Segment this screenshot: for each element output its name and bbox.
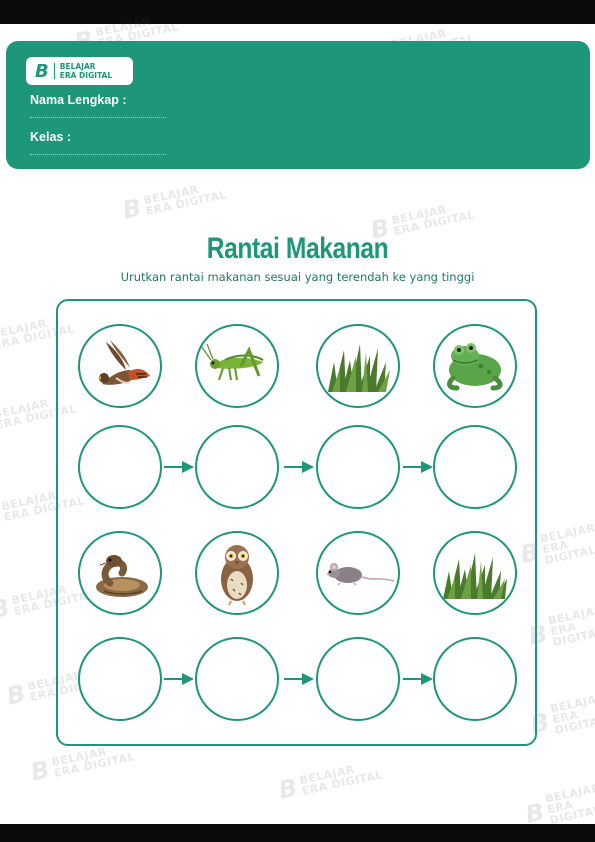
class-input-line[interactable] xyxy=(30,154,166,155)
snake-card[interactable] xyxy=(78,531,162,615)
watermark-logo: BBELAJARERA DIGITAL xyxy=(276,762,385,805)
answer-slot[interactable] xyxy=(316,637,400,721)
frog-card[interactable] xyxy=(433,324,517,408)
brand-logo: B BELAJAR ERA DIGITAL xyxy=(26,57,133,85)
name-field-label: Nama Lengkap : xyxy=(30,93,127,107)
arrow-right-icon xyxy=(284,673,314,685)
logo-text: BELAJAR ERA DIGITAL xyxy=(59,62,113,80)
logo-mark: B xyxy=(35,60,49,82)
grasshopper-icon xyxy=(200,343,264,381)
arrow-right-icon xyxy=(403,673,433,685)
grass-card[interactable] xyxy=(316,324,400,408)
answer-slot[interactable] xyxy=(316,425,400,509)
answer-slot[interactable] xyxy=(78,425,162,509)
mouse-card[interactable] xyxy=(316,531,400,615)
arrow-right-icon xyxy=(403,461,433,473)
grass-icon xyxy=(328,344,390,392)
owl-icon xyxy=(221,545,253,606)
answer-slot[interactable] xyxy=(195,425,279,509)
grasshopper-card[interactable] xyxy=(195,324,279,408)
grass-icon xyxy=(443,553,507,599)
mouse-icon xyxy=(327,563,395,586)
student-info-header: B BELAJAR ERA DIGITAL Nama Lengkap : Kela… xyxy=(6,41,590,169)
name-input-line[interactable] xyxy=(30,117,166,118)
watermark-logo: BBELAJARERA DIGITAL xyxy=(527,691,595,739)
arrow-right-icon xyxy=(164,461,194,473)
hawk-icon xyxy=(98,340,150,385)
top-black-bar xyxy=(0,0,595,24)
answer-slot[interactable] xyxy=(195,637,279,721)
owl-card[interactable] xyxy=(195,531,279,615)
worksheet-instruction: Urutkan rantai makanan sesuai yang teren… xyxy=(120,270,475,284)
snake-icon xyxy=(96,555,148,597)
worksheet-title: Rantai Makanan xyxy=(206,232,389,265)
frog-icon xyxy=(447,343,503,391)
hawk-card[interactable] xyxy=(78,324,162,408)
arrow-right-icon xyxy=(284,461,314,473)
bottom-black-bar xyxy=(0,824,595,842)
class-field-label: Kelas : xyxy=(30,130,71,144)
arrow-right-icon xyxy=(164,673,194,685)
answer-slot[interactable] xyxy=(433,425,517,509)
answer-slot[interactable] xyxy=(433,637,517,721)
watermark-logo: BBELAJARERA DIGITAL xyxy=(120,182,229,225)
logo-divider xyxy=(53,63,55,79)
grass-card[interactable] xyxy=(433,531,517,615)
answer-slot[interactable] xyxy=(78,637,162,721)
